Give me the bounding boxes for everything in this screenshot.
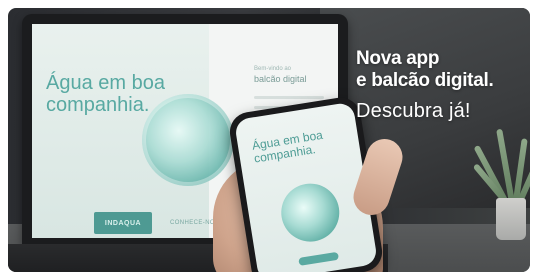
plant-leaves xyxy=(472,118,530,210)
promo-banner[interactable]: Água em boa companhia. INDAQUA CONHECE-N… xyxy=(8,8,530,272)
phone-screen-button xyxy=(298,251,339,266)
phone-water-glass-image xyxy=(277,179,344,246)
brand-logo: INDAQUA xyxy=(94,212,152,234)
phone-headline: Água em boa companhia. xyxy=(251,127,324,166)
laptop-right-subtitle: Bem-vindo ao xyxy=(254,66,292,72)
laptop-small-link: CONHECE-NOS xyxy=(170,220,220,226)
cta-text[interactable]: Descubra já! xyxy=(356,100,530,123)
headline-line-2: e balcão digital. xyxy=(356,70,494,91)
headline-line-1: Nova app xyxy=(356,48,440,69)
laptop-right-title: balcão digital xyxy=(254,74,307,84)
promo-copy: Nova app e balcão digital. Descubra já! xyxy=(356,48,530,123)
water-glass-image xyxy=(142,94,234,186)
plant-pot xyxy=(496,198,526,240)
